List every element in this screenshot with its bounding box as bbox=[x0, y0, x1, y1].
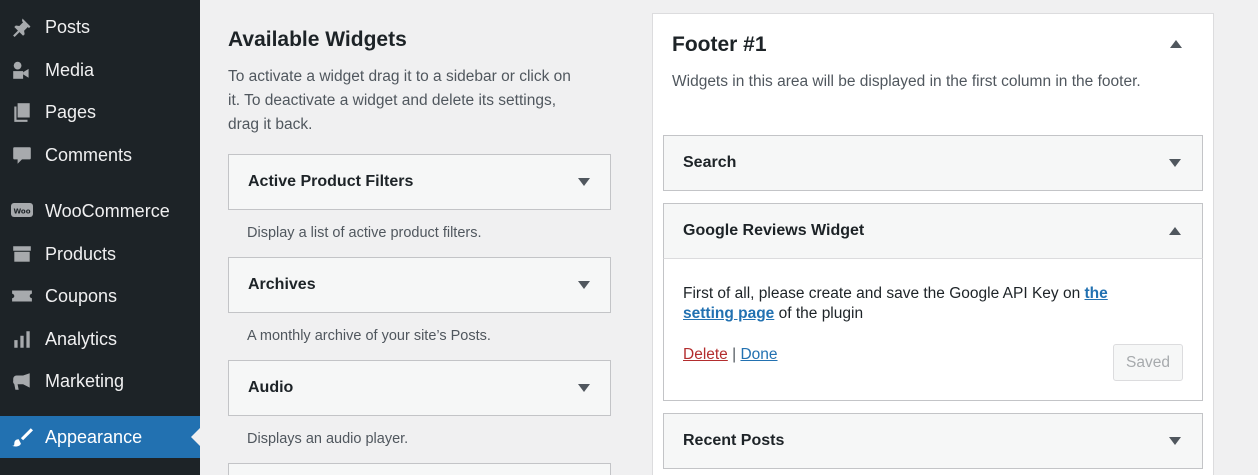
comment-icon bbox=[10, 143, 34, 167]
available-widgets-description: To activate a widget drag it to a sideba… bbox=[228, 68, 571, 133]
widget-active-product-filters[interactable]: Active Product Filters bbox=[228, 154, 611, 210]
widget-control-links: Delete | Done bbox=[683, 346, 778, 364]
chevron-down-icon[interactable] bbox=[578, 384, 590, 392]
sidebar-item-woocommerce[interactable]: Woo WooCommerce bbox=[0, 190, 200, 232]
widget-description: Display a list of active product filters… bbox=[247, 225, 482, 241]
woo-icon: Woo bbox=[10, 199, 34, 223]
sidebar-item-label: Coupons bbox=[45, 285, 118, 306]
message-text: First of all, please create and save the… bbox=[683, 285, 1085, 302]
chevron-down-icon[interactable] bbox=[578, 281, 590, 289]
sidebar-item-label: Products bbox=[45, 243, 117, 264]
sidebar-item-products[interactable]: Products bbox=[0, 233, 200, 275]
sidebar-item-label: Appearance bbox=[45, 426, 143, 447]
sidebar-item-label: Posts bbox=[45, 16, 91, 37]
widget-next-partial[interactable] bbox=[228, 463, 611, 475]
archive-icon bbox=[10, 242, 34, 266]
widget-description: A monthly archive of your site’s Posts. bbox=[247, 328, 491, 344]
widget-title: Audio bbox=[248, 379, 294, 396]
widget-title: Recent Posts bbox=[683, 432, 785, 449]
footer-sidebar-title: Footer #1 bbox=[672, 33, 767, 56]
widget-title: Search bbox=[683, 154, 737, 171]
sidebar-item-label: Pages bbox=[45, 101, 97, 122]
chevron-down-icon[interactable] bbox=[578, 178, 590, 186]
widget-title: Google Reviews Widget bbox=[683, 222, 865, 239]
pin-icon bbox=[10, 15, 34, 39]
sidebar-item-media[interactable]: Media bbox=[0, 49, 200, 91]
google-reviews-message: First of all, please create and save the… bbox=[683, 284, 1153, 324]
sidebar-item-label: Marketing bbox=[45, 370, 125, 391]
sidebar-item-posts[interactable]: Posts bbox=[0, 6, 200, 48]
megaphone-icon bbox=[10, 369, 34, 393]
sidebar-item-label: WooCommerce bbox=[45, 200, 170, 221]
widget-archives[interactable]: Archives bbox=[228, 257, 611, 313]
admin-sidebar: Posts Media Pages Comments Woo WooCommer… bbox=[0, 0, 200, 475]
chevron-down-icon[interactable] bbox=[1169, 159, 1181, 167]
sidebar-item-analytics[interactable]: Analytics bbox=[0, 318, 200, 360]
chevron-down-icon[interactable] bbox=[1169, 437, 1181, 445]
bar-chart-icon bbox=[10, 327, 34, 351]
footer-widget-search[interactable]: Search bbox=[663, 135, 1203, 191]
widget-description: Displays an audio player. bbox=[247, 431, 409, 447]
footer-widget-recent-posts[interactable]: Recent Posts bbox=[663, 413, 1203, 469]
chevron-up-icon[interactable] bbox=[1169, 227, 1181, 235]
sidebar-item-label: Media bbox=[45, 59, 95, 80]
done-link[interactable]: Done bbox=[740, 346, 777, 363]
ticket-icon bbox=[10, 284, 34, 308]
footer-widget-google-reviews[interactable]: Google Reviews Widget bbox=[663, 203, 1203, 259]
sidebar-item-comments[interactable]: Comments bbox=[0, 134, 200, 176]
widget-title: Archives bbox=[248, 276, 316, 293]
saved-button[interactable]: Saved bbox=[1113, 344, 1183, 381]
svg-text:Woo: Woo bbox=[13, 208, 30, 216]
chevron-up-icon[interactable] bbox=[1170, 40, 1182, 48]
delete-link[interactable]: Delete bbox=[683, 346, 728, 363]
sidebar-item-pages[interactable]: Pages bbox=[0, 91, 200, 133]
widget-title: Active Product Filters bbox=[248, 173, 414, 190]
sidebar-item-appearance[interactable]: Appearance bbox=[0, 416, 200, 458]
widget-audio[interactable]: Audio bbox=[228, 360, 611, 416]
message-text: of the plugin bbox=[774, 305, 864, 322]
link-separator: | bbox=[732, 346, 737, 363]
sidebar-item-marketing[interactable]: Marketing bbox=[0, 360, 200, 402]
sidebar-item-label: Comments bbox=[45, 144, 133, 165]
pages-icon bbox=[10, 100, 34, 124]
sidebar-item-coupons[interactable]: Coupons bbox=[0, 275, 200, 317]
footer-sidebar-description: Widgets in this area will be displayed i… bbox=[672, 73, 1141, 90]
media-icon bbox=[10, 58, 34, 82]
available-widgets-title: Available Widgets bbox=[228, 28, 407, 51]
brush-icon bbox=[10, 425, 34, 449]
sidebar-item-label: Analytics bbox=[45, 328, 118, 349]
